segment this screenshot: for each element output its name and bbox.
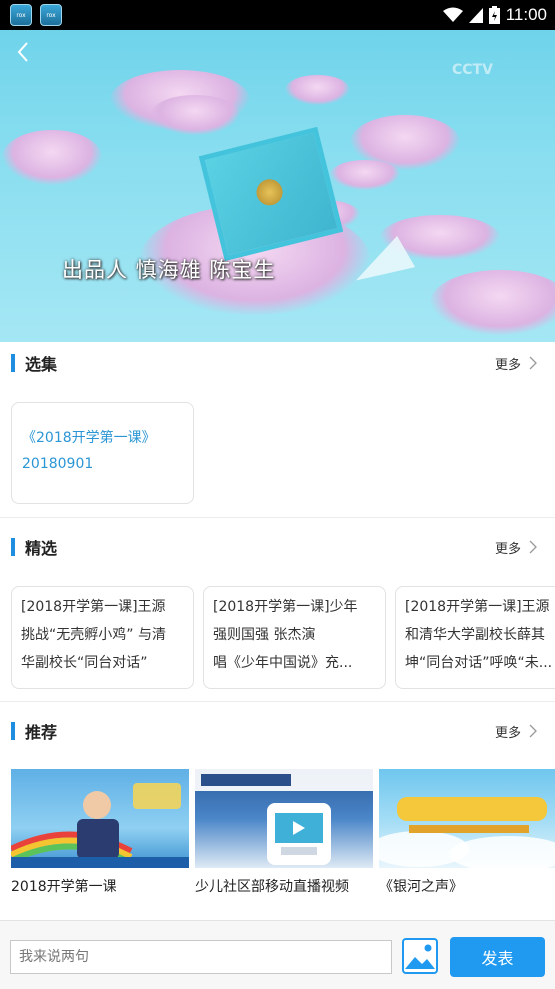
signal-icon bbox=[468, 8, 483, 23]
section-divider bbox=[0, 517, 555, 518]
section-accent-bar bbox=[11, 354, 15, 372]
cloud bbox=[330, 160, 400, 190]
recommended-thumbnail bbox=[11, 769, 189, 868]
chevron-right-icon bbox=[529, 356, 537, 370]
cloud bbox=[2, 130, 102, 185]
more-label: 更多 bbox=[494, 725, 521, 741]
recommended-item[interactable]: 《银河之声》 bbox=[379, 769, 555, 896]
featured-line: 坤“同台对话”呼唤“未... bbox=[405, 655, 553, 671]
featured-card[interactable]: [2018开学第一课]少年 强则国强 张杰演 唱《少年中国说》充... bbox=[203, 586, 386, 689]
image-picker-icon[interactable] bbox=[402, 938, 438, 974]
featured-more-link[interactable]: 更多 bbox=[495, 538, 537, 557]
featured-card[interactable]: [2018开学第一课]王源 和清华大学副校长薛其 坤“同台对话”呼唤“未... bbox=[395, 586, 555, 689]
comment-input[interactable] bbox=[10, 940, 392, 974]
video-subtitle: 出品人 慎海雄 陈宝生 bbox=[62, 258, 276, 282]
status-indicators: 11:00 bbox=[442, 5, 547, 25]
wifi-icon bbox=[442, 7, 463, 22]
kite-emblem bbox=[253, 176, 286, 209]
section-accent-bar bbox=[11, 538, 15, 556]
featured-card[interactable]: [2018开学第一课]王源 挑战“无壳孵小鸡” 与清 华副校长“同台对话” bbox=[11, 586, 194, 689]
episode-card[interactable]: 《2018开学第一课》 20180901 bbox=[11, 402, 194, 504]
section-title: 精选 bbox=[25, 539, 58, 558]
app-notification-icon: rox bbox=[10, 4, 32, 26]
comment-bar: 发表 bbox=[0, 920, 555, 989]
thumbnail-art bbox=[195, 769, 373, 865]
featured-card-text: [2018开学第一课]王源 和清华大学副校长薛其 坤“同台对话”呼唤“未... bbox=[405, 593, 555, 677]
featured-line: 唱《少年中国说》充... bbox=[213, 655, 353, 671]
chevron-right-icon bbox=[529, 724, 537, 738]
section-accent-bar bbox=[11, 722, 15, 740]
featured-line: 挑战“无壳孵小鸡” 与清 bbox=[21, 627, 166, 643]
channel-watermark-right: CCTV bbox=[452, 62, 493, 78]
cloud bbox=[430, 270, 555, 335]
back-icon[interactable] bbox=[12, 40, 36, 64]
submit-button[interactable]: 发表 bbox=[450, 937, 545, 977]
recommended-caption: 《银河之声》 bbox=[379, 879, 463, 895]
featured-section-header: 精选 更多 bbox=[0, 527, 555, 567]
section-title: 推荐 bbox=[25, 723, 58, 742]
episode-date: 20180901 bbox=[22, 456, 94, 472]
featured-line: 和清华大学副校长薛其 bbox=[405, 627, 545, 643]
featured-line: [2018开学第一课]王源 bbox=[21, 599, 166, 615]
app-notification-icon: rox bbox=[40, 4, 62, 26]
episodes-section-header: 选集 更多 bbox=[0, 343, 555, 383]
featured-card-text: [2018开学第一课]王源 挑战“无壳孵小鸡” 与清 华副校长“同台对话” bbox=[21, 593, 187, 677]
recommended-more-link[interactable]: 更多 bbox=[495, 722, 537, 741]
featured-line: [2018开学第一课]少年 bbox=[213, 599, 358, 615]
recommended-section-header: 推荐 更多 bbox=[0, 711, 555, 751]
more-label: 更多 bbox=[494, 357, 521, 373]
thumbnail-art bbox=[379, 797, 555, 868]
episodes-more-link[interactable]: 更多 bbox=[495, 354, 537, 373]
section-divider bbox=[0, 701, 555, 702]
cloud bbox=[150, 95, 240, 135]
thumbnail-art bbox=[11, 783, 189, 868]
video-player[interactable]: CCTV 出品人 慎海雄 陈宝生 bbox=[0, 30, 555, 342]
recommended-item[interactable]: 少儿社区部移动直播视频 bbox=[195, 769, 373, 896]
chevron-right-icon bbox=[529, 540, 537, 554]
featured-line: 华副校长“同台对话” bbox=[21, 655, 148, 671]
clock: 11:00 bbox=[505, 5, 547, 24]
recommended-thumbnail bbox=[195, 769, 373, 868]
featured-line: [2018开学第一课]王源 bbox=[405, 599, 550, 615]
episode-title: 《2018开学第一课》 bbox=[22, 430, 156, 446]
section-title: 选集 bbox=[25, 355, 58, 374]
battery-icon bbox=[488, 6, 500, 24]
recommended-caption: 少儿社区部移动直播视频 bbox=[195, 879, 349, 895]
recommended-caption: 2018开学第一课 bbox=[11, 879, 117, 895]
cloud bbox=[285, 75, 350, 105]
recommended-thumbnail bbox=[379, 769, 555, 868]
more-label: 更多 bbox=[494, 541, 521, 557]
featured-line: 强则国强 张杰演 bbox=[213, 627, 316, 643]
recommended-item[interactable]: 2018开学第一课 bbox=[11, 769, 189, 896]
featured-card-text: [2018开学第一课]少年 强则国强 张杰演 唱《少年中国说》充... bbox=[213, 593, 379, 677]
status-bar: rox rox 11:00 bbox=[0, 0, 555, 30]
